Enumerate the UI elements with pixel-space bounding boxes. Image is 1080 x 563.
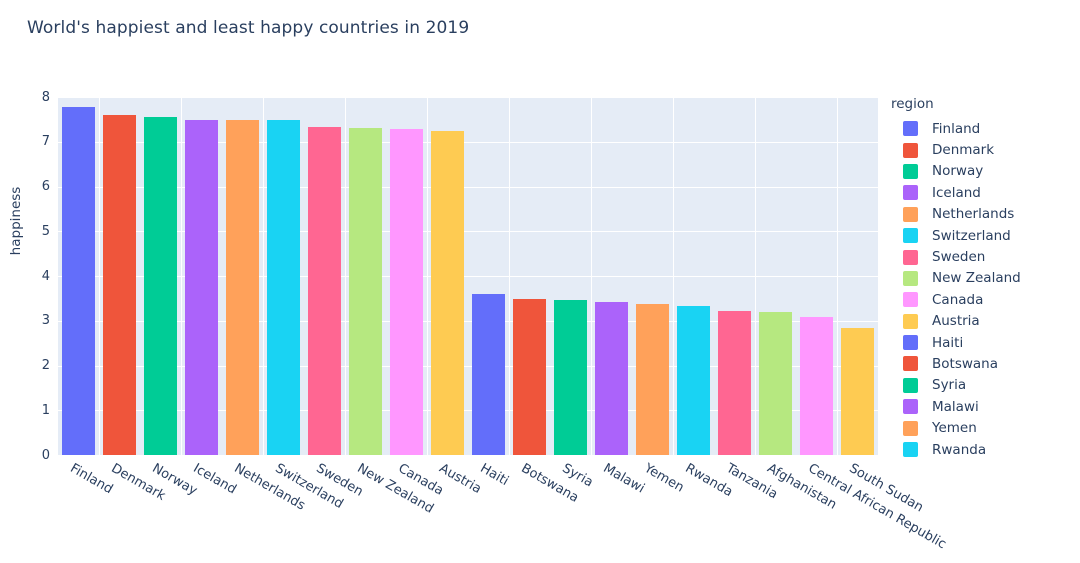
bar-denmark[interactable] <box>103 114 136 455</box>
legend-item-sweden[interactable]: Sweden <box>891 246 1071 267</box>
y-axis-title: happiness <box>8 186 24 256</box>
bar-austria[interactable] <box>431 130 464 455</box>
legend-items: Finland Denmark Norway Iceland Netherlands Sw… <box>891 118 1071 460</box>
legend: region Finland Denmark Norway Iceland Nether… <box>891 96 1071 460</box>
bar-new-zealand[interactable] <box>349 127 382 455</box>
bar-norway[interactable] <box>144 117 177 455</box>
legend-swatch-icon <box>903 163 918 179</box>
x-axis-tick-label: Austria <box>436 461 484 497</box>
legend-swatch-icon <box>903 356 918 372</box>
legend-item-label: Haiti <box>932 334 964 351</box>
vertical-gridline <box>509 97 510 455</box>
bar-canada[interactable] <box>390 129 423 455</box>
vertical-gridline <box>673 97 674 455</box>
y-axis-tick-label: 0 <box>41 447 50 463</box>
vertical-gridline <box>427 97 428 455</box>
plot-area <box>58 97 878 455</box>
bar-central-african-republic[interactable] <box>800 317 833 455</box>
legend-swatch-icon <box>903 420 918 436</box>
legend-item-canada[interactable]: Canada <box>891 289 1071 310</box>
legend-item-label: Iceland <box>932 184 981 201</box>
legend-item-label: Canada <box>932 291 984 308</box>
bar-haiti[interactable] <box>472 293 505 455</box>
chart-figure: World's happiest and least happy countri… <box>0 0 1080 563</box>
legend-item-malawi[interactable]: Malawi <box>891 396 1071 417</box>
x-axis-tick-label: Finland <box>67 461 115 498</box>
bar-botswana[interactable] <box>513 298 546 455</box>
legend-swatch-icon <box>903 249 918 265</box>
legend-item-yemen[interactable]: Yemen <box>891 417 1071 438</box>
y-axis-tick-label: 7 <box>41 134 50 150</box>
legend-item-norway[interactable]: Norway <box>891 161 1071 182</box>
legend-item-label: Rwanda <box>932 441 987 458</box>
legend-item-label: Switzerland <box>932 227 1011 244</box>
legend-item-netherlands[interactable]: Netherlands <box>891 204 1071 225</box>
y-axis-tick-label: 2 <box>41 358 50 373</box>
legend-swatch-icon <box>903 399 918 415</box>
x-axis-tick-label: Yemen <box>641 461 686 496</box>
bar-netherlands[interactable] <box>226 119 259 455</box>
vertical-gridline <box>99 97 100 455</box>
x-axis-tick-label: Iceland <box>190 461 239 498</box>
legend-item-label: Norway <box>932 163 984 180</box>
legend-swatch-icon <box>903 185 918 201</box>
legend-item-label: Netherlands <box>932 206 1015 223</box>
legend-item-label: Botswana <box>932 355 998 372</box>
legend-swatch-icon <box>903 228 918 244</box>
legend-item-denmark[interactable]: Denmark <box>891 139 1071 160</box>
y-axis-tick-label: 8 <box>41 89 50 105</box>
legend-item-botswana[interactable]: Botswana <box>891 353 1071 374</box>
bar-switzerland[interactable] <box>267 120 300 455</box>
legend-title: region <box>891 96 934 112</box>
page-title: World's happiest and least happy countri… <box>27 18 470 38</box>
bar-iceland[interactable] <box>185 119 218 455</box>
legend-item-label: Malawi <box>932 398 979 415</box>
vertical-gridline <box>755 97 756 455</box>
vertical-gridline <box>591 97 592 455</box>
legend-item-label: Sweden <box>932 249 986 266</box>
legend-item-label: Yemen <box>932 420 977 437</box>
legend-item-label: New Zealand <box>932 270 1021 287</box>
legend-swatch-icon <box>903 206 918 222</box>
legend-item-label: Denmark <box>932 142 995 159</box>
legend-item-finland[interactable]: Finland <box>891 118 1071 139</box>
legend-item-label: Syria <box>932 377 967 394</box>
legend-swatch-icon <box>903 442 918 458</box>
legend-item-austria[interactable]: Austria <box>891 311 1071 332</box>
legend-item-label: Finland <box>932 120 981 137</box>
bar-rwanda[interactable] <box>677 306 710 455</box>
x-axis: Finland Denmark Norway Iceland Netherlands Sw… <box>58 455 948 563</box>
y-axis-tick-label: 3 <box>41 313 50 329</box>
legend-swatch-icon <box>903 142 918 158</box>
bar-malawi[interactable] <box>595 302 628 455</box>
legend-swatch-icon <box>903 292 918 308</box>
legend-item-haiti[interactable]: Haiti <box>891 332 1071 353</box>
bar-south-sudan[interactable] <box>841 327 874 455</box>
vertical-gridline <box>181 97 182 455</box>
y-axis-tick-label: 1 <box>41 402 50 418</box>
bar-yemen[interactable] <box>636 303 669 455</box>
legend-swatch-icon <box>903 121 918 137</box>
legend-item-rwanda[interactable]: Rwanda <box>891 439 1071 460</box>
legend-item-switzerland[interactable]: Switzerland <box>891 225 1071 246</box>
vertical-gridline <box>837 97 838 455</box>
legend-item-iceland[interactable]: Iceland <box>891 182 1071 203</box>
vertical-gridline <box>263 97 264 455</box>
legend-swatch-icon <box>903 335 918 351</box>
legend-item-new-zealand[interactable]: New Zealand <box>891 268 1071 289</box>
bar-tanzania[interactable] <box>718 310 751 455</box>
legend-item-label: Austria <box>932 313 980 330</box>
bar-syria[interactable] <box>554 300 587 455</box>
bar-afghanistan[interactable] <box>759 311 792 455</box>
bar-sweden[interactable] <box>308 126 341 455</box>
bar-finland[interactable] <box>62 107 95 455</box>
vertical-gridline <box>345 97 346 455</box>
legend-swatch-icon <box>903 377 918 393</box>
x-axis-tick-label: Malawi <box>600 461 647 497</box>
legend-swatch-icon <box>903 270 918 286</box>
legend-swatch-icon <box>903 313 918 329</box>
legend-item-syria[interactable]: Syria <box>891 375 1071 396</box>
